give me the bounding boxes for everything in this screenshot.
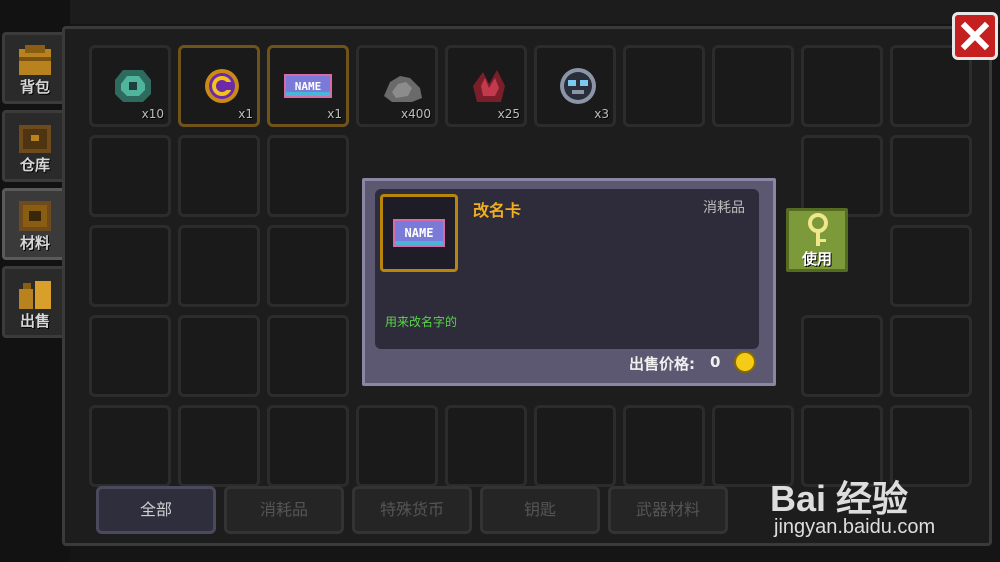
watermark-logo: Bai 经验 bbox=[770, 478, 909, 519]
watermark-url: jingyan.baidu.com bbox=[774, 516, 936, 538]
category-tab-all[interactable]: 全部 bbox=[96, 486, 216, 534]
inventory-slot-empty[interactable] bbox=[445, 405, 527, 487]
warehouse-icon bbox=[19, 125, 51, 153]
side-tab-label: 仓库 bbox=[19, 156, 50, 174]
inventory-slot-empty[interactable] bbox=[356, 405, 438, 487]
inventory-slot-empty[interactable] bbox=[89, 315, 171, 397]
item-count: x3 bbox=[594, 107, 609, 121]
key-icon bbox=[808, 213, 828, 246]
category-tab-keys[interactable]: 钥匙 bbox=[480, 486, 600, 534]
inventory-slot-empty[interactable] bbox=[623, 405, 705, 487]
side-tab-materials[interactable]: 材料 bbox=[2, 188, 68, 260]
tooltip-body: NAME 改名卡 消耗品 用来改名字的 bbox=[375, 189, 759, 349]
name-card-text: NAME bbox=[295, 80, 322, 93]
category-tab-consumables[interactable]: 消耗品 bbox=[224, 486, 344, 534]
inventory-slot-empty[interactable] bbox=[267, 405, 349, 487]
inventory-slot-empty[interactable] bbox=[178, 315, 260, 397]
crystal-icon bbox=[473, 70, 505, 102]
category-tab-special-currency[interactable]: 特殊货币 bbox=[352, 486, 472, 534]
use-button[interactable]: 使用 bbox=[786, 208, 848, 272]
tooltip-item-name: 改名卡 bbox=[473, 201, 522, 220]
side-tab-label: 材料 bbox=[19, 234, 50, 252]
inventory-slot-empty[interactable] bbox=[89, 405, 171, 487]
item-count: x25 bbox=[497, 107, 520, 121]
sell-price-label: 出售价格: bbox=[629, 355, 695, 373]
inventory-slot[interactable]: x10 bbox=[89, 45, 171, 127]
side-tab-label: 背包 bbox=[19, 78, 50, 96]
close-icon bbox=[960, 21, 990, 51]
backpack-icon bbox=[19, 45, 51, 75]
sell-icon bbox=[19, 281, 51, 309]
gold-coin-icon bbox=[734, 351, 756, 373]
inventory-slot[interactable]: x25 bbox=[445, 45, 527, 127]
inventory-slot-empty[interactable] bbox=[801, 135, 883, 217]
inventory-slot-empty[interactable] bbox=[623, 45, 705, 127]
baidu-watermark: Bai 经验 jingyan.baidu.com bbox=[770, 470, 995, 550]
inventory-slot-empty[interactable] bbox=[178, 225, 260, 307]
inventory-slot[interactable]: NAME x1 bbox=[267, 45, 349, 127]
side-tab-warehouse[interactable]: 仓库 bbox=[2, 110, 68, 182]
inventory-slot-empty[interactable] bbox=[178, 135, 260, 217]
tooltip-item-icon-frame: NAME bbox=[380, 194, 458, 272]
item-count: x1 bbox=[238, 107, 253, 121]
side-tab-backpack[interactable]: 背包 bbox=[2, 32, 68, 104]
inventory-slot-empty[interactable] bbox=[890, 135, 972, 217]
materials-icon bbox=[19, 201, 51, 231]
item-count: x1 bbox=[327, 107, 342, 121]
sell-price-value: 0 bbox=[710, 353, 721, 371]
inventory-slot-empty[interactable] bbox=[178, 405, 260, 487]
ore-icon bbox=[384, 76, 422, 102]
inventory-slot-empty[interactable] bbox=[534, 405, 616, 487]
inventory-slot[interactable]: x3 bbox=[534, 45, 616, 127]
inventory-slot-empty[interactable] bbox=[89, 225, 171, 307]
inventory-slot-empty[interactable] bbox=[89, 135, 171, 217]
coin-token-icon bbox=[205, 69, 239, 103]
item-count: x10 bbox=[141, 107, 164, 121]
inventory-slot-empty[interactable] bbox=[801, 45, 883, 127]
inventory-slot-empty[interactable] bbox=[890, 225, 972, 307]
item-tooltip: NAME 改名卡 消耗品 用来改名字的 出售价格: 0 bbox=[362, 178, 776, 386]
name-card-icon: NAME bbox=[393, 219, 445, 247]
use-button-label: 使用 bbox=[801, 250, 832, 268]
inventory-slot[interactable]: x400 bbox=[356, 45, 438, 127]
item-count: x400 bbox=[400, 107, 431, 121]
background-scenery-top bbox=[0, 0, 1000, 24]
gem-icon bbox=[115, 70, 151, 102]
inventory-slot[interactable]: x1 bbox=[178, 45, 260, 127]
tooltip-item-type: 消耗品 bbox=[703, 200, 745, 216]
close-button[interactable] bbox=[952, 12, 998, 60]
helmet-icon bbox=[560, 68, 596, 104]
inventory-slot-empty[interactable] bbox=[267, 135, 349, 217]
category-tab-weapon-materials[interactable]: 武器材料 bbox=[608, 486, 728, 534]
inventory-slot-empty[interactable] bbox=[267, 315, 349, 397]
side-tab-label: 出售 bbox=[19, 312, 50, 330]
side-tab-sell[interactable]: 出售 bbox=[2, 266, 68, 338]
tooltip-item-description: 用来改名字的 bbox=[385, 315, 458, 329]
name-card-text: NAME bbox=[405, 226, 434, 240]
inventory-slot-empty[interactable] bbox=[712, 45, 794, 127]
inventory-slot-empty[interactable] bbox=[801, 315, 883, 397]
inventory-slot-empty[interactable] bbox=[267, 225, 349, 307]
inventory-slot-empty[interactable] bbox=[890, 315, 972, 397]
name-card-icon: NAME bbox=[284, 74, 332, 98]
